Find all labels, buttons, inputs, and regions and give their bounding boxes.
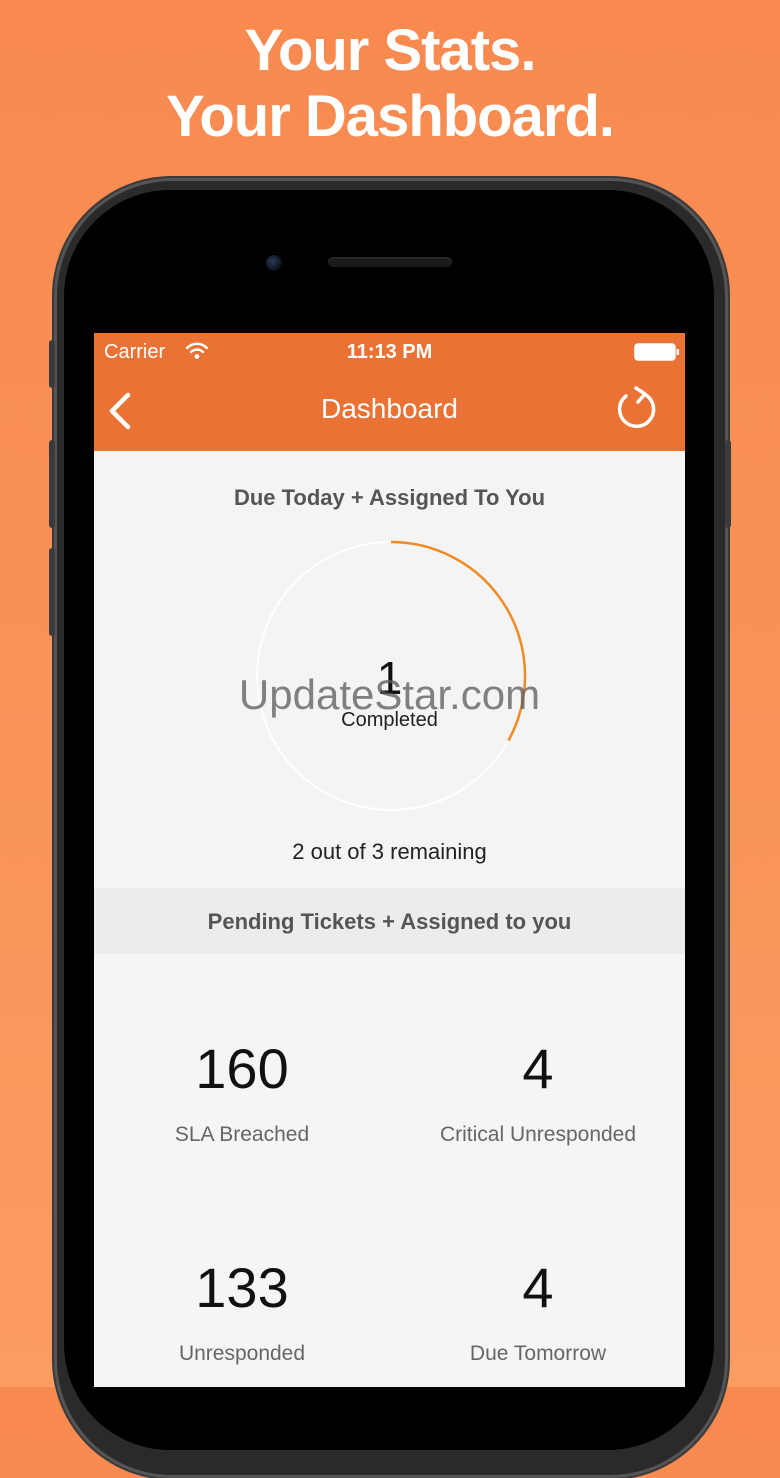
remaining-text: 2 out of 3 remaining: [292, 839, 487, 864]
stat-label: Unresponded: [178, 1342, 306, 1365]
status-time: 11:13 PM: [346, 341, 433, 363]
nav-title: Dashboard: [321, 393, 458, 424]
stat-value: 4: [522, 1037, 554, 1100]
refresh-icon[interactable]: [614, 385, 660, 431]
due-today-title: Due Today + Assigned To You: [233, 485, 546, 510]
stat-label: Due Tomorrow: [469, 1342, 607, 1365]
phone-screen: Carrier 11:13 PM Dashboard Due Today + A…: [94, 333, 685, 1387]
stat-unresponded[interactable]: 133 Unresponded: [94, 1256, 390, 1366]
navigation-bar: Carrier 11:13 PM Dashboard: [94, 333, 685, 451]
pending-tickets-title: Pending Tickets + Assigned to you: [207, 909, 572, 934]
stat-value: 160: [195, 1037, 289, 1100]
volume-down-button: [49, 548, 55, 636]
volume-up-button: [49, 440, 55, 528]
pending-tickets-header: Pending Tickets + Assigned to you: [94, 888, 685, 954]
power-button: [725, 440, 731, 528]
pending-stats-grid: 160 SLA Breached 4 Critical Unresponded …: [94, 954, 685, 1387]
headline-line-2: Your Dashboard.: [166, 84, 615, 149]
stat-label: SLA Breached: [174, 1123, 310, 1146]
front-camera: [266, 255, 282, 271]
earpiece-speaker: [328, 257, 452, 267]
stat-label: Critical Unresponded: [439, 1123, 637, 1146]
battery-icon: [634, 343, 679, 361]
stat-due-tomorrow[interactable]: 4 Due Tomorrow: [390, 1256, 685, 1366]
mute-switch: [49, 340, 55, 388]
watermark-text: UpdateStar.com: [238, 671, 541, 718]
headline-line-1: Your Stats.: [244, 18, 537, 83]
stat-value: 4: [522, 1256, 554, 1319]
promo-headline: Your Stats. Your Dashboard.: [0, 18, 780, 150]
stat-value: 133: [195, 1256, 289, 1319]
stat-sla-breached[interactable]: 160 SLA Breached: [94, 1037, 390, 1147]
stat-critical-unresponded[interactable]: 4 Critical Unresponded: [390, 1037, 685, 1147]
